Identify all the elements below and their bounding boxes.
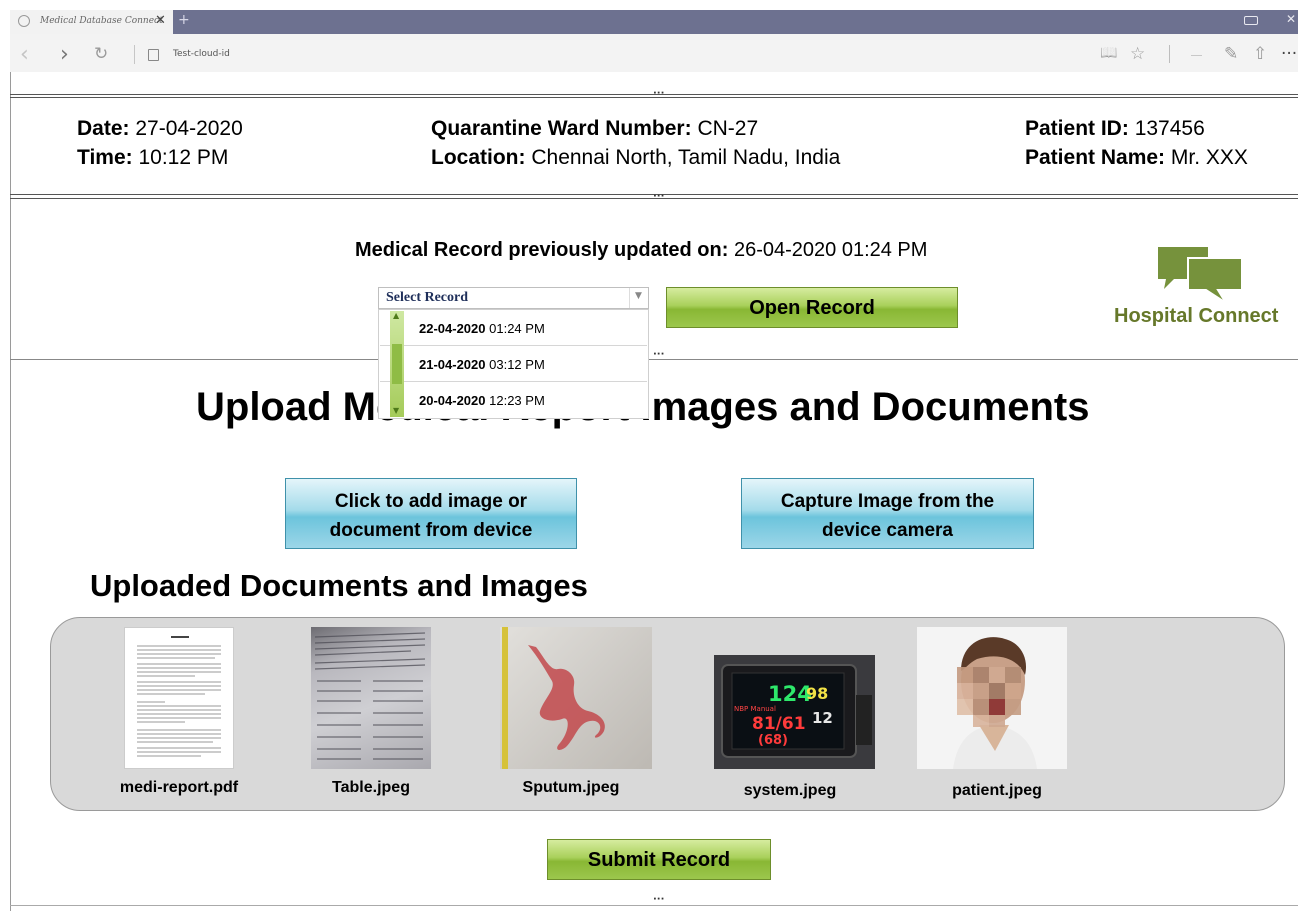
new-tab-button[interactable]: + xyxy=(178,12,190,28)
favorite-star-icon[interactable]: ☆ xyxy=(1130,44,1145,64)
tab-favicon-icon xyxy=(18,15,30,27)
browser-tab[interactable]: Medical Database Connect ✕ xyxy=(10,10,173,34)
divider xyxy=(10,905,1298,906)
hub-icon[interactable] xyxy=(1191,55,1202,56)
tab-close-icon[interactable]: ✕ xyxy=(155,13,166,28)
window-close-icon[interactable]: ✕ xyxy=(1286,12,1296,26)
uploaded-section-title: Uploaded Documents and Images xyxy=(90,568,588,603)
back-icon[interactable]: ‹ xyxy=(20,42,29,67)
location-value: Chennai North, Tamil Nadu, India xyxy=(531,146,841,169)
record-option-date: 20-04-2020 xyxy=(419,393,486,408)
open-record-button[interactable]: Open Record xyxy=(666,287,958,328)
reading-view-icon[interactable]: 📖 xyxy=(1100,45,1117,61)
capture-camera-line2: device camera xyxy=(822,519,953,541)
brand-name: Hospital Connect xyxy=(1114,305,1279,327)
chevron-down-icon[interactable]: ▼ xyxy=(629,288,649,308)
ward-value: CN-27 xyxy=(697,117,759,140)
more-icon[interactable]: ··· xyxy=(1281,44,1297,64)
refresh-icon[interactable]: ↻ xyxy=(94,44,108,64)
patient-id-value: 137456 xyxy=(1134,117,1205,140)
monitor-photo-thumbnail[interactable]: 124 98 NBP Manual 81/61 (68) 12 xyxy=(714,655,875,769)
window-restore-icon[interactable] xyxy=(1244,16,1258,25)
record-option-date: 21-04-2020 xyxy=(419,357,486,372)
monitor-rr: 12 xyxy=(812,709,833,727)
capture-camera-button[interactable]: Capture Image from the device camera xyxy=(741,478,1034,549)
forward-icon[interactable]: › xyxy=(60,42,69,67)
patient-name-label: Patient Name: xyxy=(1025,146,1166,169)
tab-title: Medical Database Connect xyxy=(40,16,163,26)
date-field: Date: 27-04-2020 xyxy=(77,117,243,141)
file-name: medi-report.pdf xyxy=(119,779,239,796)
record-option[interactable]: 21-04-2020 03:12 PM xyxy=(380,347,647,382)
date-value: 27-04-2020 xyxy=(135,117,243,140)
previous-update-label: Medical Record previously updated on: xyxy=(355,239,729,261)
time-field: Time: 10:12 PM xyxy=(77,146,228,170)
notes-icon[interactable]: ✎ xyxy=(1224,44,1238,64)
date-label: Date: xyxy=(77,117,130,140)
time-label: Time: xyxy=(77,146,133,169)
browser-tab-bar xyxy=(10,10,1298,34)
add-from-device-line2: document from device xyxy=(329,519,533,541)
sputum-photo-thumbnail[interactable] xyxy=(500,627,652,769)
monitor-bp-label: NBP Manual xyxy=(734,705,776,713)
monitor-map: (68) xyxy=(758,733,788,748)
location-label: Location: xyxy=(431,146,526,169)
file-name: patient.jpeg xyxy=(952,782,1042,799)
add-from-device-button[interactable]: Click to add image or document from devi… xyxy=(285,478,577,549)
panel-handle[interactable]: ··· xyxy=(653,350,664,360)
patient-id-field: Patient ID: 137456 xyxy=(1025,117,1205,141)
record-select-value[interactable]: Select Record xyxy=(386,290,468,306)
scroll-up-icon[interactable]: ▲ xyxy=(393,311,399,320)
toolbar-separator xyxy=(1169,45,1170,63)
scroll-down-icon[interactable]: ▼ xyxy=(393,406,399,415)
file-name: Sputum.jpeg xyxy=(522,779,620,796)
panel-handle[interactable]: ··· xyxy=(653,89,664,99)
submit-record-button[interactable]: Submit Record xyxy=(547,839,771,880)
add-from-device-line1: Click to add image or xyxy=(334,490,528,512)
patient-name-value: Mr. XXX xyxy=(1170,146,1248,169)
file-name: Table.jpeg xyxy=(332,779,410,796)
record-option-time: 01:24 PM xyxy=(489,321,545,336)
ward-field: Quarantine Ward Number: CN-27 xyxy=(431,117,758,141)
scrollbar-thumb[interactable] xyxy=(392,344,402,384)
ward-label: Quarantine Ward Number: xyxy=(431,117,692,140)
patient-photo-thumbnail[interactable] xyxy=(917,627,1067,769)
record-option[interactable]: 22-04-2020 01:24 PM xyxy=(380,311,647,346)
capture-camera-line1: Capture Image from the xyxy=(780,490,995,512)
chat-bubbles-logo-icon xyxy=(1158,247,1243,304)
monitor-bp: 81/61 xyxy=(752,714,806,734)
patient-id-label: Patient ID: xyxy=(1025,117,1129,140)
time-value: 10:12 PM xyxy=(138,146,229,169)
monitor-spo2: 98 xyxy=(806,684,828,703)
previous-update-value: 26-04-2020 01:24 PM xyxy=(733,239,928,261)
panel-handle[interactable]: ··· xyxy=(653,895,664,905)
record-option[interactable]: 20-04-2020 12:23 PM xyxy=(380,383,647,417)
patient-name-field: Patient Name: Mr. XXX xyxy=(1025,146,1248,170)
panel-handle[interactable]: ··· xyxy=(653,192,664,202)
dropdown-scrollbar[interactable]: ▲ ▼ xyxy=(390,311,404,417)
file-name: system.jpeg xyxy=(743,782,837,799)
share-icon[interactable]: ⇧ xyxy=(1253,44,1267,64)
document-thumbnail[interactable] xyxy=(124,627,234,769)
address-separator xyxy=(134,45,135,64)
record-option-date: 22-04-2020 xyxy=(419,321,486,336)
previous-update-info: Medical Record previously updated on: 26… xyxy=(355,239,927,262)
location-field: Location: Chennai North, Tamil Nadu, Ind… xyxy=(431,146,840,170)
table-photo-thumbnail[interactable] xyxy=(311,627,431,769)
page-icon xyxy=(148,49,159,61)
record-option-time: 03:12 PM xyxy=(489,357,545,372)
address-bar[interactable]: Test-cloud-id xyxy=(173,49,230,59)
record-option-time: 12:23 PM xyxy=(489,393,545,408)
